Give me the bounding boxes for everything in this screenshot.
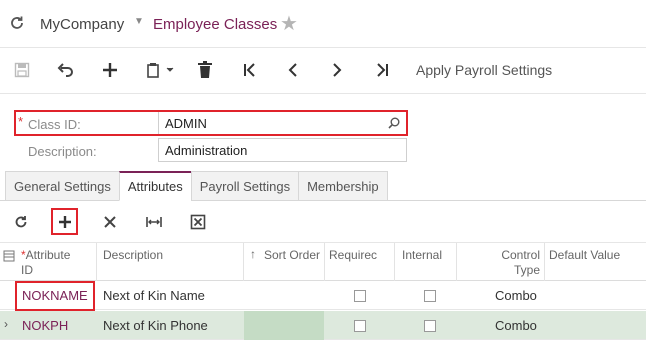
description-value: Administration	[165, 143, 248, 158]
screen-title: Employee Classes	[153, 16, 278, 33]
previous-record-icon[interactable]	[283, 59, 303, 81]
column-header-default-value[interactable]: Default Value	[545, 243, 646, 281]
first-record-icon[interactable]	[240, 59, 260, 81]
tab-attributes[interactable]: Attributes	[118, 171, 191, 201]
attribute-id-highlight	[15, 281, 95, 311]
undo-icon[interactable]	[56, 59, 76, 81]
internal-checkbox[interactable]	[424, 311, 436, 340]
description-label: Description:	[28, 144, 97, 159]
favorite-star-icon[interactable]: ★	[280, 11, 298, 36]
add-icon[interactable]	[100, 59, 120, 81]
tab-bar: General Settings Attributes Payroll Sett…	[5, 171, 388, 201]
main-toolbar: Apply Payroll Settings	[0, 48, 646, 94]
control-type-cell[interactable]: Combo	[495, 281, 537, 310]
company-name[interactable]: MyCompany	[40, 16, 124, 33]
copy-paste-icon[interactable]	[144, 59, 178, 81]
attributes-grid: *Attribute ID Description ↑ Sort Order Re…	[0, 243, 646, 341]
delete-icon[interactable]	[195, 59, 215, 81]
tab-membership[interactable]: Membership	[298, 171, 388, 201]
apply-payroll-settings-button[interactable]: Apply Payroll Settings	[416, 62, 552, 78]
current-row-indicator-icon: ›	[4, 317, 8, 331]
column-header-attribute-id[interactable]: *Attribute ID	[15, 243, 97, 281]
tab-general-settings[interactable]: General Settings	[5, 171, 119, 201]
export-excel-icon[interactable]	[187, 211, 209, 233]
description-cell[interactable]: Next of Kin Phone	[103, 311, 208, 340]
add-row-highlight	[51, 208, 78, 235]
fit-columns-icon[interactable]	[143, 211, 165, 233]
caret-down-icon[interactable]: ▼	[134, 16, 144, 27]
internal-checkbox[interactable]	[424, 281, 436, 310]
tab-payroll-settings[interactable]: Payroll Settings	[190, 171, 299, 201]
column-header-description[interactable]: Description	[97, 243, 244, 281]
save-icon[interactable]	[12, 59, 32, 81]
sort-arrow-up-icon: ↑	[250, 247, 256, 261]
description-cell[interactable]: Next of Kin Name	[103, 281, 205, 310]
last-record-icon[interactable]	[372, 59, 392, 81]
sort-order-cell[interactable]	[244, 311, 324, 340]
control-type-cell[interactable]: Combo	[495, 311, 537, 340]
next-record-icon[interactable]	[327, 59, 347, 81]
required-checkbox[interactable]	[354, 311, 366, 340]
column-header-required[interactable]: Requirec	[325, 243, 395, 281]
grid-toolbar	[0, 201, 646, 243]
top-bar: MyCompany ▼ Employee Classes ★	[0, 0, 646, 48]
required-checkbox[interactable]	[354, 281, 366, 310]
class-id-highlight	[14, 110, 408, 136]
description-row: Description: Administration	[15, 138, 407, 164]
grid-header: *Attribute ID Description ↑ Sort Order Re…	[0, 243, 646, 281]
table-row[interactable]: NOKNAME Next of Kin Name Combo	[0, 281, 646, 310]
attribute-id-cell[interactable]: NOKPH	[22, 311, 68, 340]
column-header-internal[interactable]: Internal	[395, 243, 457, 281]
column-header-sort-order[interactable]: ↑ Sort Order	[244, 243, 325, 281]
grid-refresh-icon[interactable]	[10, 211, 32, 233]
delete-row-icon[interactable]	[99, 211, 121, 233]
column-header-control-type[interactable]: Control Type	[457, 243, 545, 281]
refresh-icon[interactable]	[8, 14, 26, 32]
row-selector-icon[interactable]	[3, 250, 15, 265]
table-row[interactable]: › NOKPH Next of Kin Phone Combo	[0, 311, 646, 340]
description-field[interactable]: Administration	[158, 138, 407, 162]
summary-form: * Class ID: ADMIN Description: Administr…	[0, 94, 646, 170]
